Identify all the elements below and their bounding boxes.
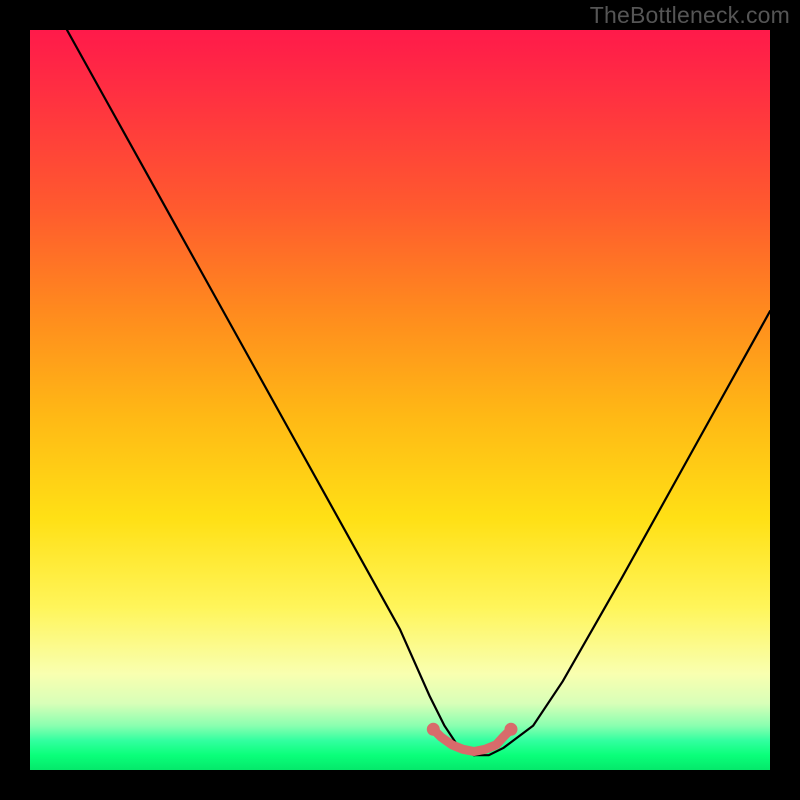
chart-frame: TheBottleneck.com [0, 0, 800, 800]
plot-area [30, 30, 770, 770]
chart-svg [30, 30, 770, 770]
watermark-label: TheBottleneck.com [590, 2, 790, 29]
bottleneck-curve-line [67, 30, 770, 755]
